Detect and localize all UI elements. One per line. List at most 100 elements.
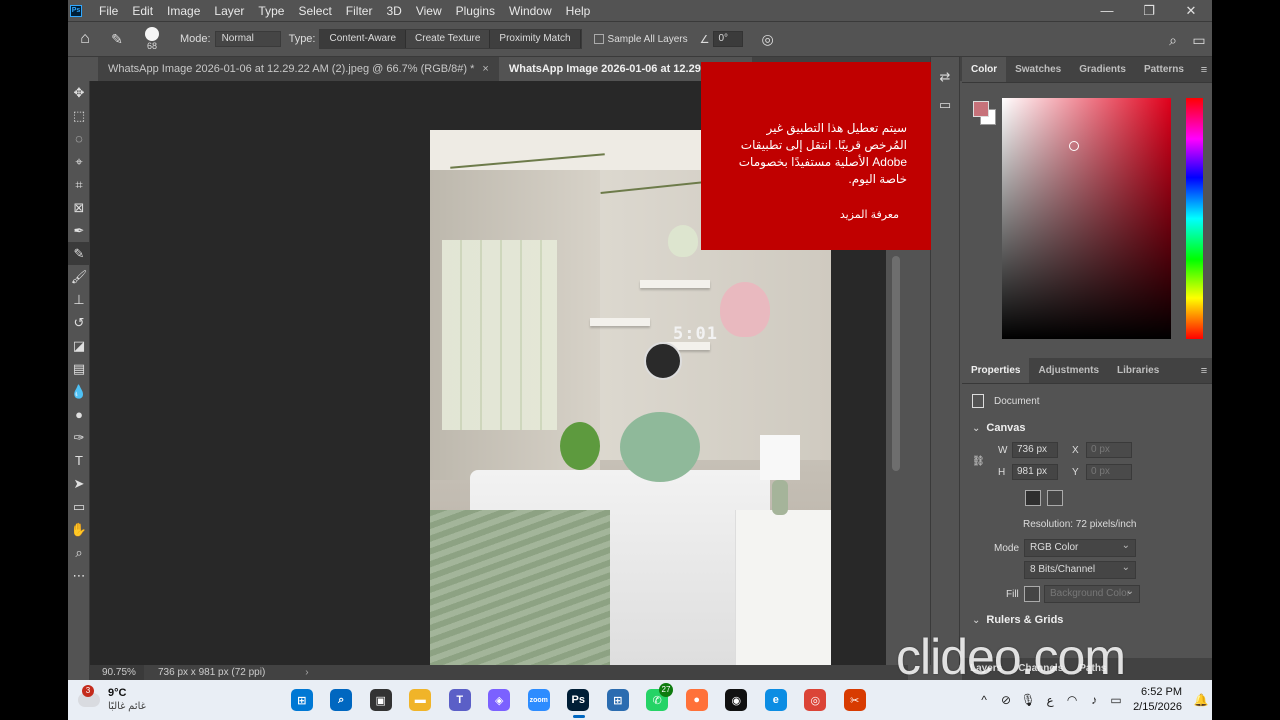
height-input[interactable]: 981 px <box>1012 464 1058 480</box>
x-input[interactable]: 0 px <box>1086 442 1132 458</box>
menu-help[interactable]: Help <box>559 4 598 18</box>
edit-toolbar-icon[interactable]: ⋯ <box>68 564 90 587</box>
color-field[interactable] <box>1002 98 1171 339</box>
type-proximity-match[interactable]: Proximity Match <box>490 30 581 48</box>
search-icon[interactable]: ⌕ <box>1160 32 1186 49</box>
canvas-section-header[interactable]: ⌄ Canvas <box>962 417 1212 439</box>
crop-tool-icon[interactable]: ⌗ <box>68 173 90 196</box>
network-off-icon[interactable]: ⊘ <box>995 693 1017 707</box>
status-menu-arrow-icon[interactable]: › <box>305 667 308 678</box>
collapse-chevron-icon[interactable]: ⌄ <box>972 615 980 626</box>
scrollbar-thumb[interactable] <box>892 256 900 471</box>
spot-healing-brush-preset-icon[interactable]: ✎ <box>102 31 132 48</box>
fill-select[interactable]: Background Color <box>1044 584 1140 603</box>
taskbar-search[interactable]: ⌕ <box>322 680 362 720</box>
taskbar-firefox[interactable]: ● <box>677 680 717 720</box>
menu-3d[interactable]: 3D <box>379 4 408 18</box>
angle-input[interactable]: 0° <box>713 31 744 47</box>
type-content-aware[interactable]: Content-Aware <box>320 30 407 48</box>
language-indicator[interactable]: ع <box>1039 693 1061 707</box>
panel-menu-icon[interactable]: ≡ <box>1196 57 1212 82</box>
taskbar-photoshop[interactable]: Ps <box>559 680 599 720</box>
taskbar-start[interactable]: ⊞ <box>282 680 322 720</box>
taskbar-whatsapp[interactable]: ✆ 27 <box>638 680 678 720</box>
pen-tool-icon[interactable]: ✑ <box>68 426 90 449</box>
tab-close-icon[interactable]: × <box>482 63 488 75</box>
menu-plugins[interactable]: Plugins <box>449 4 502 18</box>
taskbar-snipping-tool[interactable]: ✂ <box>835 680 875 720</box>
zoom-level[interactable]: 90.75% <box>90 665 144 680</box>
width-input[interactable]: 736 px <box>1012 442 1058 458</box>
battery-icon[interactable]: ▭ <box>1105 693 1127 707</box>
tab-swatches[interactable]: Swatches <box>1006 57 1070 82</box>
blur-tool-icon[interactable]: 💧 <box>68 380 90 403</box>
move-tool-icon[interactable]: ✥ <box>68 81 90 104</box>
close-icon[interactable]: ✕ <box>1170 0 1212 21</box>
taskbar-store[interactable]: ⊞ <box>598 680 638 720</box>
taskbar-edge[interactable]: e <box>756 680 796 720</box>
taskbar-streaming[interactable]: ◉ <box>717 680 757 720</box>
license-warning-popup[interactable]: سيتم تعطيل هذا التطبيق غير المُرخص قريبً… <box>701 62 931 250</box>
taskbar-file-explorer[interactable]: ▬ <box>401 680 441 720</box>
menu-layer[interactable]: Layer <box>207 4 251 18</box>
object-selection-tool-icon[interactable]: ⌖ <box>68 150 90 173</box>
comments-panel-icon[interactable]: ▭ <box>931 97 959 113</box>
chevron-up-icon[interactable]: ^ <box>973 693 995 707</box>
home-icon[interactable]: ⌂ <box>68 30 102 48</box>
volume-icon[interactable]: ♪ <box>1083 693 1105 707</box>
menu-edit[interactable]: Edit <box>125 4 160 18</box>
lasso-tool-icon[interactable]: ◌ <box>68 127 90 150</box>
wifi-icon[interactable]: ◠ <box>1061 693 1083 707</box>
gradient-tool-icon[interactable]: ▤ <box>68 357 90 380</box>
eyedropper-tool-icon[interactable]: ✒ <box>68 219 90 242</box>
type-create-texture[interactable]: Create Texture <box>406 30 491 48</box>
mode-select[interactable]: Normal <box>214 31 281 47</box>
spot-healing-brush-tool-icon[interactable]: ✎ <box>68 242 90 265</box>
sample-all-layers-checkbox[interactable] <box>593 34 604 44</box>
link-icon[interactable]: ⛓ <box>972 456 998 467</box>
taskbar-zoom[interactable]: zoom <box>519 680 559 720</box>
tab-document-1[interactable]: WhatsApp Image 2026-01-06 at 12.29.22 AM… <box>98 57 499 81</box>
learn-more-link[interactable]: معرفة المزيد <box>840 208 899 221</box>
pressure-size-icon[interactable]: ◎ <box>761 31 773 48</box>
collapse-chevron-icon[interactable]: ⌄ <box>972 423 980 434</box>
history-panel-icon[interactable]: ⇄ <box>931 69 959 85</box>
color-mode-select[interactable]: RGB Color <box>1024 538 1136 557</box>
weather-widget[interactable]: 3 9°C غائم غالبًا <box>68 685 268 713</box>
menu-file[interactable]: File <box>92 4 125 18</box>
tab-properties[interactable]: Properties <box>962 358 1030 383</box>
tab-patterns[interactable]: Patterns <box>1135 57 1193 82</box>
bit-depth-select[interactable]: 8 Bits/Channel <box>1024 560 1136 579</box>
menu-select[interactable]: Select <box>291 4 338 18</box>
taskbar-copilot[interactable]: ◈ <box>480 680 520 720</box>
menu-image[interactable]: Image <box>160 4 207 18</box>
restore-icon[interactable]: ❐ <box>1128 0 1170 21</box>
color-picker-cursor[interactable] <box>1069 141 1079 151</box>
landscape-orientation-icon[interactable] <box>1047 490 1063 506</box>
taskbar-clock[interactable]: 6:52 PM 2/15/2026 <box>1133 685 1182 715</box>
hand-tool-icon[interactable]: ✋ <box>68 518 90 541</box>
taskbar-task-view[interactable]: ▣ <box>361 680 401 720</box>
eraser-tool-icon[interactable]: ◪ <box>68 334 90 357</box>
marquee-tool-icon[interactable]: ⬚ <box>68 104 90 127</box>
path-selection-tool-icon[interactable]: ➤ <box>68 472 90 495</box>
tab-libraries[interactable]: Libraries <box>1108 358 1168 383</box>
taskbar-teams[interactable]: T <box>440 680 480 720</box>
microphone-icon[interactable]: 🎙 <box>1017 693 1039 707</box>
fill-swatch[interactable] <box>1024 586 1040 602</box>
brush-size-picker[interactable]: 68 <box>132 27 172 51</box>
menu-filter[interactable]: Filter <box>339 4 380 18</box>
taskbar-chrome[interactable]: ◎ <box>796 680 836 720</box>
menu-view[interactable]: View <box>409 4 449 18</box>
dodge-tool-icon[interactable]: ● <box>68 403 90 426</box>
minimize-icon[interactable]: — <box>1086 0 1128 21</box>
portrait-orientation-icon[interactable] <box>1025 490 1041 506</box>
hue-slider[interactable] <box>1186 98 1203 339</box>
menu-type[interactable]: Type <box>251 4 291 18</box>
panel-menu-icon[interactable]: ≡ <box>1196 358 1212 383</box>
brush-tool-icon[interactable]: 🖌 <box>68 265 90 288</box>
menu-window[interactable]: Window <box>502 4 559 18</box>
type-tool-icon[interactable]: T <box>68 449 90 472</box>
rectangle-tool-icon[interactable]: ▭ <box>68 495 90 518</box>
history-brush-tool-icon[interactable]: ↺ <box>68 311 90 334</box>
